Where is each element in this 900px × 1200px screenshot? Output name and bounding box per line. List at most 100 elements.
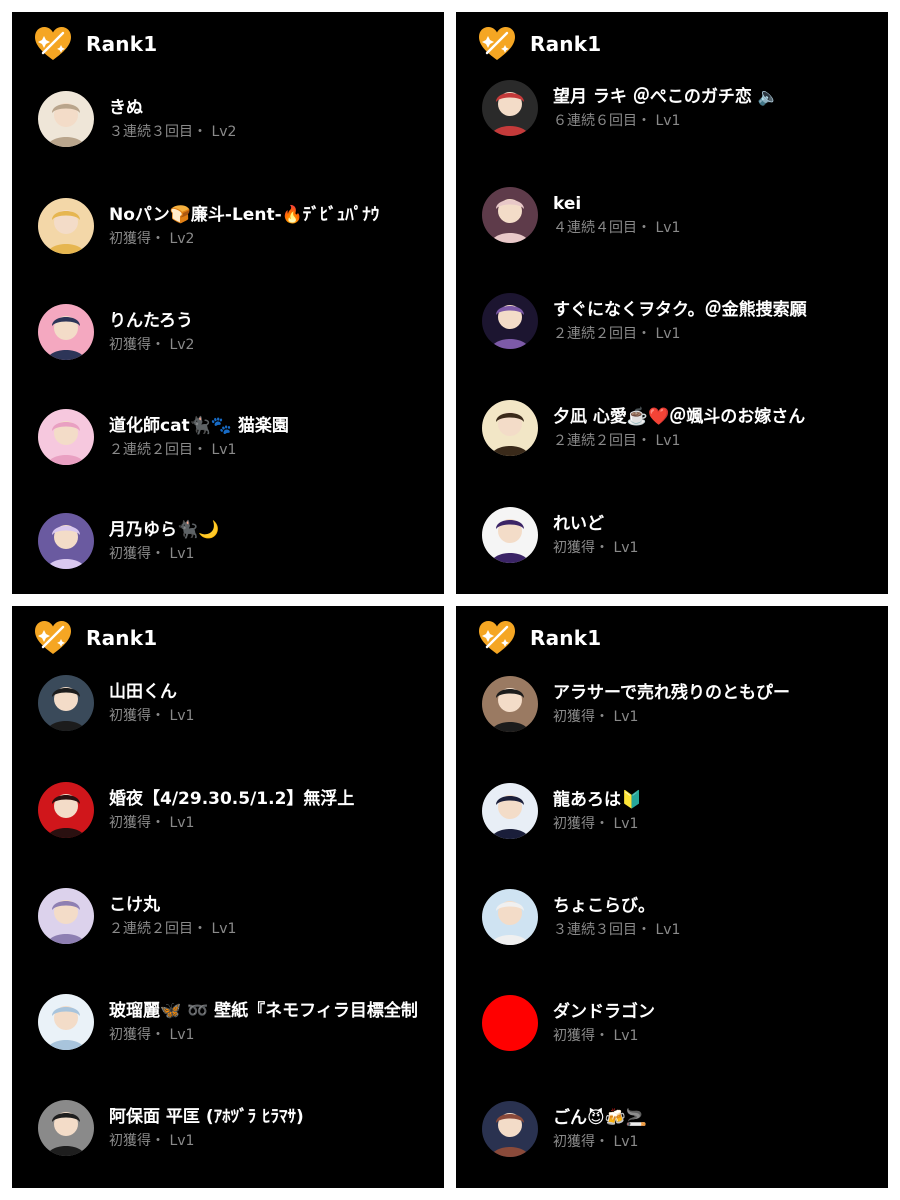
- user-name[interactable]: アラサーで売れ残りのともぴー: [553, 681, 790, 705]
- panel-header: Rank1: [478, 22, 601, 66]
- user-row[interactable]: 阿保面 平匡 (ｱﾎﾂﾞﾗ ﾋﾗﾏｻ) 初獲得・ Lv1: [38, 1098, 444, 1158]
- user-name[interactable]: kei: [553, 192, 680, 216]
- avatar-image: [482, 507, 538, 563]
- orange-heart-icon: [479, 621, 515, 654]
- avatar-image: [38, 304, 94, 360]
- user-row[interactable]: ちょこらび。 ３連続３回目・ Lv1: [482, 887, 888, 947]
- user-name[interactable]: ごん😈🍻🚬: [553, 1106, 647, 1130]
- user-name[interactable]: 阿保面 平匡 (ｱﾎﾂﾞﾗ ﾋﾗﾏｻ): [109, 1105, 304, 1129]
- avatar[interactable]: [38, 675, 94, 731]
- user-meta: 初獲得・ Lv1: [553, 708, 639, 725]
- avatar[interactable]: [482, 889, 538, 945]
- user-name[interactable]: Noパン🍞廉斗-Lent-🔥ﾃﾞﾋﾞｭﾊﾟﾅｳ: [109, 203, 379, 227]
- user-meta: 初獲得・ Lv1: [553, 1027, 639, 1044]
- avatar-image: [482, 676, 538, 732]
- rank-label: Rank1: [530, 626, 602, 650]
- user-meta: ３連続３回目・ Lv2: [109, 123, 237, 140]
- user-name[interactable]: りんたろう: [109, 309, 194, 333]
- user-name[interactable]: 夕凪 心愛☕️❤️＠颯斗のお嫁さん: [553, 405, 805, 429]
- user-row[interactable]: ごん😈🍻🚬 初獲得・ Lv1: [482, 1099, 888, 1159]
- avatar[interactable]: [38, 888, 94, 944]
- user-name[interactable]: ダンドラゴン: [553, 1000, 655, 1024]
- avatar[interactable]: [38, 994, 94, 1050]
- avatar-image: [38, 91, 94, 147]
- user-name[interactable]: れいど: [553, 512, 638, 536]
- user-row[interactable]: りんたろう 初獲得・ Lv2: [38, 302, 444, 362]
- avatar-image: [482, 995, 538, 1051]
- user-name[interactable]: 龍あろは🔰: [553, 788, 642, 812]
- avatar[interactable]: [38, 1100, 94, 1156]
- avatar-image: [38, 675, 94, 731]
- avatar-image: [38, 782, 94, 838]
- avatar-image: [482, 80, 538, 136]
- user-row[interactable]: 玻瑠麗🦋 ➿ 壁紙『ネモフィラ目標全制 初獲得・ Lv1: [38, 992, 444, 1052]
- user-name[interactable]: ちょこらび。: [553, 894, 680, 918]
- user-row[interactable]: アラサーで売れ残りのともぴー初獲得・ Lv1: [482, 674, 888, 734]
- user-name[interactable]: すぐになくヲタク。＠金熊捜索願: [553, 298, 807, 322]
- user-row[interactable]: すぐになくヲタク。＠金熊捜索願 ２連続２回目・ Lv1: [482, 291, 888, 351]
- avatar[interactable]: [38, 782, 94, 838]
- user-row[interactable]: 望月 ラキ ＠ぺこのガチ恋 🔈 ６連続６回目・ Lv1: [482, 78, 888, 138]
- user-name[interactable]: 玻瑠麗🦋 ➿ 壁紙『ネモフィラ目標全制: [109, 999, 418, 1023]
- avatar[interactable]: [482, 1101, 538, 1157]
- avatar-image: [38, 994, 94, 1050]
- avatar[interactable]: [482, 293, 538, 349]
- avatar[interactable]: [482, 80, 538, 136]
- user-row[interactable]: 龍あろは🔰 初獲得・ Lv1: [482, 781, 888, 841]
- avatar-image: [482, 187, 538, 243]
- user-meta: ６連続６回目・ Lv1: [553, 112, 681, 129]
- user-name[interactable]: きぬ: [109, 96, 236, 120]
- ranking-panel-bottom-left: Rank1 山田くん 初獲得・ Lv1 婚夜【4/29.30.5/1.2】無浮上初…: [12, 606, 444, 1188]
- avatar[interactable]: [38, 513, 94, 569]
- user-row[interactable]: 婚夜【4/29.30.5/1.2】無浮上初獲得・ Lv1: [38, 780, 444, 840]
- user-row[interactable]: ダンドラゴン初獲得・ Lv1: [482, 993, 888, 1053]
- ranking-panel-top-left: Rank1 きぬ ３連続３回目・ Lv2 Noパン🍞廉斗-Lent-🔥ﾃﾞﾋﾞｭﾊ…: [12, 12, 444, 594]
- avatar-image: [38, 198, 94, 254]
- user-name[interactable]: こけ丸: [109, 893, 236, 917]
- avatar[interactable]: [482, 400, 538, 456]
- user-meta: 初獲得・ Lv1: [109, 814, 195, 831]
- avatar[interactable]: [38, 409, 94, 465]
- user-row[interactable]: 山田くん初獲得・ Lv1: [38, 673, 444, 733]
- user-name[interactable]: 山田くん: [109, 680, 194, 704]
- user-row[interactable]: れいど初獲得・ Lv1: [482, 505, 888, 565]
- avatar[interactable]: [38, 91, 94, 147]
- user-meta: 初獲得・ Lv1: [553, 815, 639, 832]
- avatar[interactable]: [38, 198, 94, 254]
- avatar[interactable]: [482, 995, 538, 1051]
- user-row[interactable]: Noパン🍞廉斗-Lent-🔥ﾃﾞﾋﾞｭﾊﾟﾅｳ 初獲得・ Lv2: [38, 196, 444, 256]
- user-row[interactable]: 月乃ゆら🐈‍⬛🌙 初獲得・ Lv1: [38, 511, 444, 571]
- user-row[interactable]: 夕凪 心愛☕️❤️＠颯斗のお嫁さん ２連続２回目・ Lv1: [482, 398, 888, 458]
- avatar-image: [482, 783, 538, 839]
- orange-heart-icon: [35, 27, 71, 60]
- avatar[interactable]: [482, 507, 538, 563]
- user-name[interactable]: 道化師cat🐈‍⬛🐾 猫楽園: [109, 414, 289, 438]
- user-row[interactable]: こけ丸 ２連続２回目・ Lv1: [38, 886, 444, 946]
- avatar-image: [482, 889, 538, 945]
- avatar-image: [482, 293, 538, 349]
- avatar-image: [38, 888, 94, 944]
- user-meta: ２連続２回目・ Lv1: [553, 432, 681, 449]
- avatar[interactable]: [38, 304, 94, 360]
- user-row[interactable]: きぬ ３連続３回目・ Lv2: [38, 89, 444, 149]
- avatar-image: [38, 409, 94, 465]
- user-name[interactable]: 月乃ゆら🐈‍⬛🌙: [109, 518, 219, 542]
- avatar[interactable]: [482, 187, 538, 243]
- user-name[interactable]: 婚夜【4/29.30.5/1.2】無浮上: [109, 787, 354, 811]
- user-row[interactable]: 道化師cat🐈‍⬛🐾 猫楽園 ２連続２回目・ Lv1: [38, 407, 444, 467]
- avatar[interactable]: [482, 676, 538, 732]
- user-row[interactable]: kei ４連続４回目・ Lv1: [482, 185, 888, 245]
- avatar-image: [482, 400, 538, 456]
- avatar[interactable]: [482, 783, 538, 839]
- user-meta: ３連続３回目・ Lv1: [553, 921, 681, 938]
- orange-heart-icon: [35, 621, 71, 654]
- rank-label: Rank1: [530, 32, 602, 56]
- panel-header: Rank1: [34, 616, 157, 660]
- user-meta: ２連続２回目・ Lv1: [109, 920, 237, 937]
- user-name[interactable]: 望月 ラキ ＠ぺこのガチ恋 🔈: [553, 85, 779, 109]
- user-meta: 初獲得・ Lv1: [109, 707, 195, 724]
- orange-heart-icon: [479, 27, 515, 60]
- user-meta: ２連続２回目・ Lv1: [553, 325, 681, 342]
- user-meta: 初獲得・ Lv1: [553, 539, 639, 556]
- avatar-image: [482, 1101, 538, 1157]
